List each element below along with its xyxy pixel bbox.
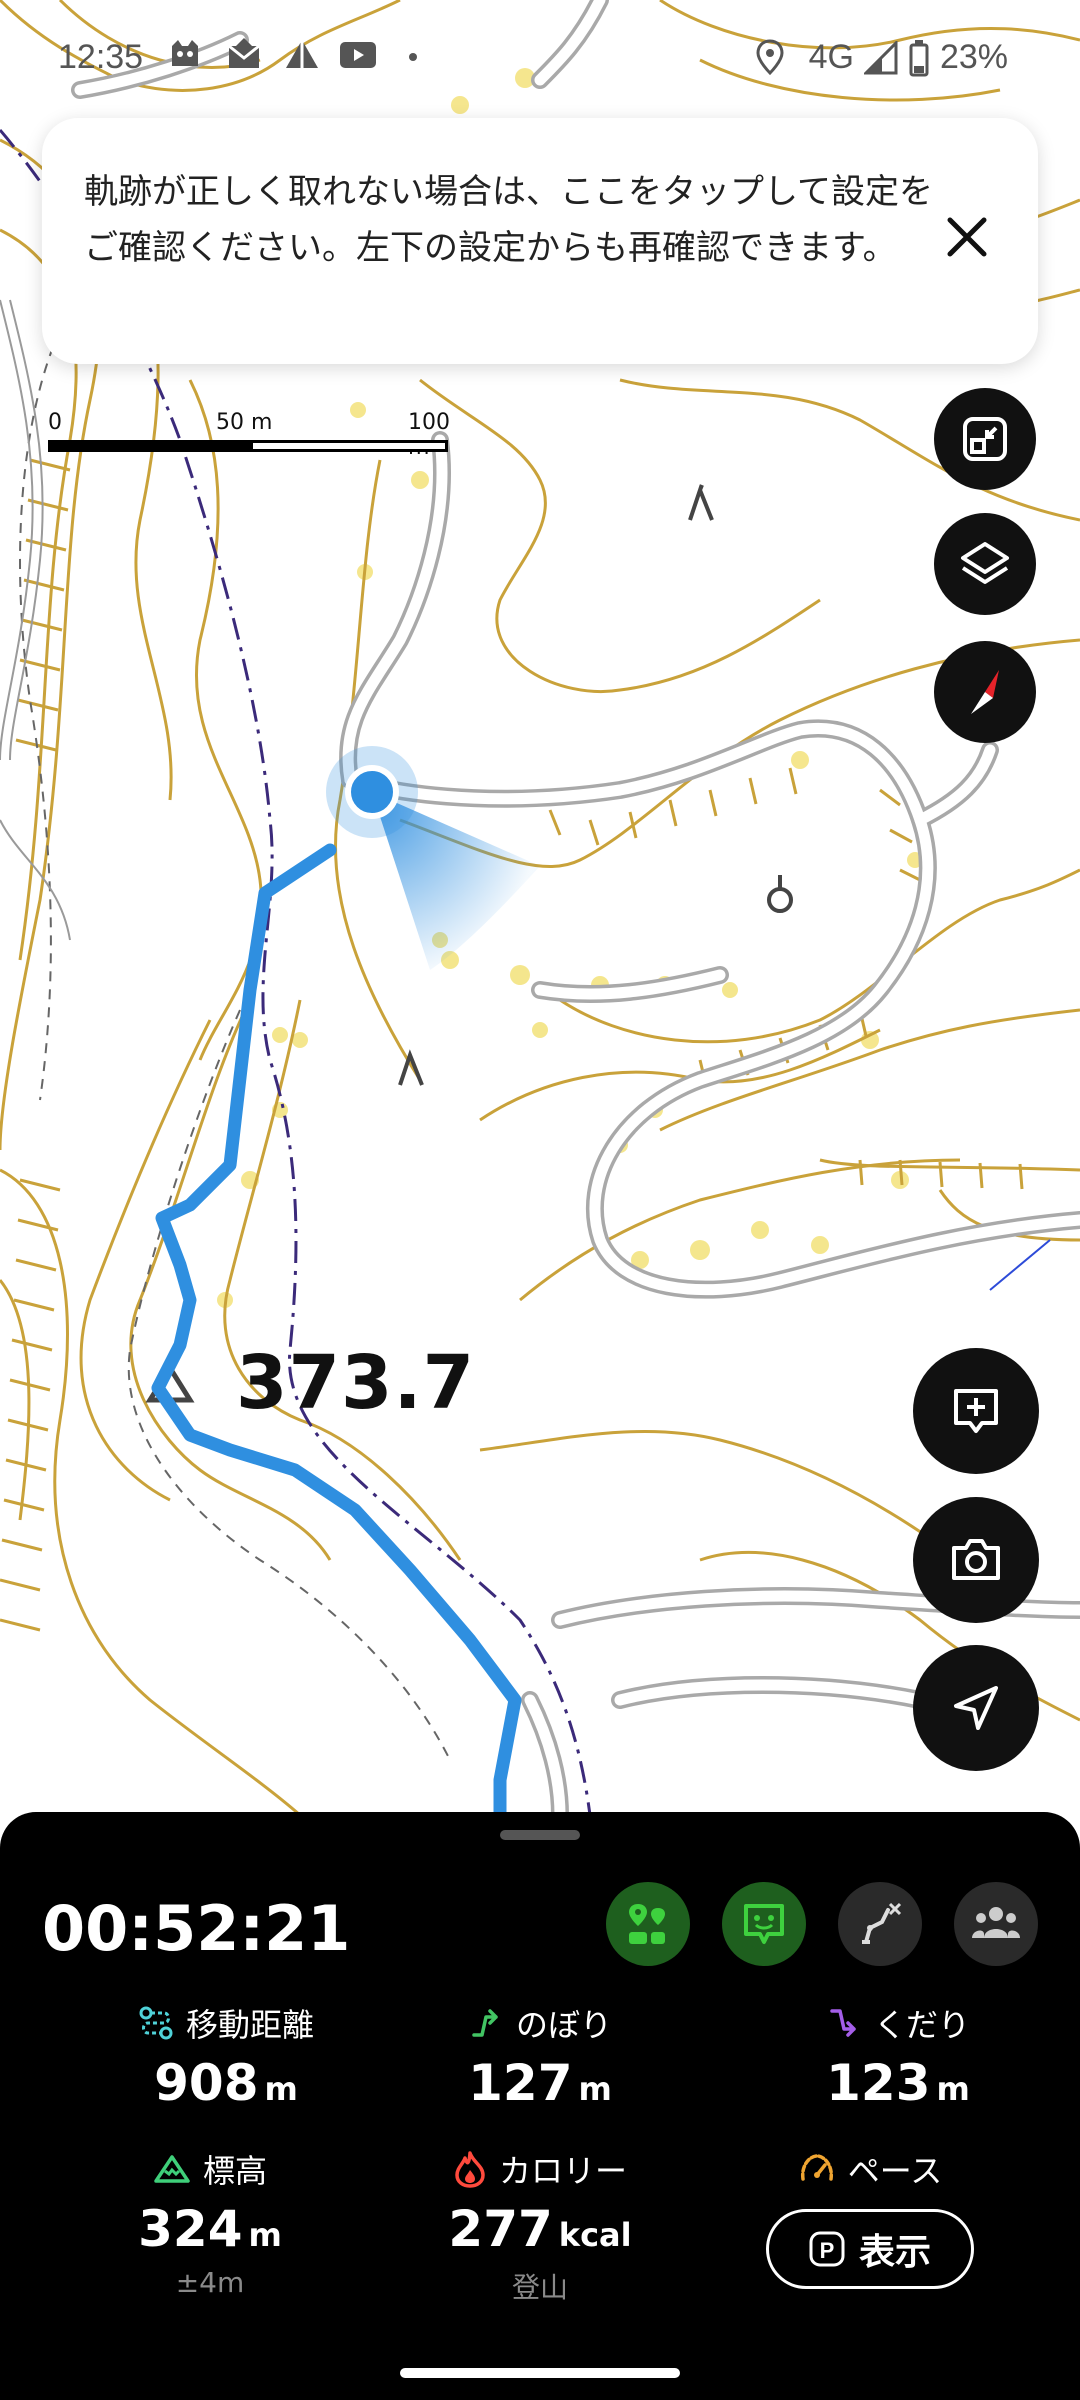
map-scale-bar: 0 50 m 100 m [48,410,458,460]
speedometer-icon [800,2154,833,2181]
stat-calories-unit: kcal [558,2216,632,2254]
camera-icon [952,1539,1000,1580]
stat-distance: 移動距離 908 m [46,2000,406,2112]
chat-icon [744,1904,784,1944]
stat-elevation-value: 324 [138,2200,243,2258]
stat-elevation-accuracy: ±4m [175,2266,245,2299]
group-button[interactable] [954,1882,1038,1966]
stat-ascent-value: 127 [468,2054,573,2112]
stat-ascent-label: のぼり [515,2006,612,2044]
stat-descent-label: くだり [873,2006,970,2044]
stat-calories-activity: 登山 [511,2271,568,2304]
stat-pace: ペース [690,2146,1050,2192]
route-edit-button[interactable] [838,1882,922,1966]
battery-level: 23% [939,38,1008,76]
flame-icon [455,2151,485,2188]
layers-icon [961,542,1009,584]
stat-distance-unit: m [264,2070,298,2108]
group-icon [972,1907,1020,1938]
route-marker-icon [629,1904,665,1944]
stat-calories-value: 277 [448,2200,553,2258]
activity-panel[interactable]: 00:52:21 移動距離 908m のぼり 127m くだり 123m [0,1812,1080,2400]
network-type: 4G [808,38,854,76]
app-icon [172,40,198,66]
mountain-icon [154,2155,190,2183]
show-pace-label: 表示 [858,2232,931,2273]
stat-ascent: のぼり 127 m [360,2000,720,2112]
stat-descent: くだり 123 m [718,2000,1078,2112]
stat-elevation-unit: m [248,2216,282,2254]
stat-descent-value: 123 [826,2054,931,2112]
stat-descent-unit: m [936,2070,970,2108]
summit-elevation-label: 373.7 [236,1340,476,1426]
stat-distance-label: 移動距離 [185,2006,314,2044]
parking-badge-icon: P [809,2231,845,2267]
stat-distance-value: 908 [154,2054,259,2112]
panel-drag-handle[interactable] [500,1830,580,1840]
location-icon [756,38,784,75]
tracking-settings-banner[interactable]: 軌跡が正しく取れない場合は、ここをタップして設定をご確認ください。左下の設定から… [42,118,1038,364]
elapsed-timer: 00:52:21 [42,1892,351,1965]
battery-icon [909,39,929,76]
scale-bar-light [250,440,448,452]
show-pace-button[interactable]: P 表示 [766,2209,974,2289]
scale-bar-dark [48,440,250,452]
scale-label-100: 100 m [408,410,450,460]
signal-icon [863,40,898,74]
stat-calories: カロリー 277 kcal 登山 [360,2146,720,2306]
add-note-icon [954,1389,998,1433]
parking-badge-text: P [820,2238,835,2263]
navigation-button[interactable] [913,1645,1039,1771]
stat-elevation: 標高 324 m ±4m [30,2146,390,2299]
status-time: 12:35 [58,38,144,76]
status-bar: 12:35 4G 23% [0,0,1080,115]
fit-screen-button[interactable] [934,388,1036,490]
video-icon [340,42,376,68]
status-right: 4G 23% [755,38,1008,77]
stat-ascent-unit: m [578,2070,612,2108]
add-note-button[interactable] [913,1348,1039,1474]
banner-message: 軌跡が正しく取れない場合は、ここをタップして設定をご確認ください。左下の設定から… [84,172,933,268]
layers-button[interactable] [934,513,1036,615]
scale-label-50: 50 m [216,410,273,435]
close-icon[interactable] [944,214,990,260]
distance-icon [139,2006,173,2040]
stat-elevation-label: 標高 [202,2152,267,2190]
fit-screen-icon [963,417,1007,461]
compass-button[interactable] [934,641,1036,743]
chat-button[interactable] [722,1882,806,1966]
ascent-icon [472,2009,498,2037]
stat-pace-label: ペース [847,2152,943,2190]
camera-button[interactable] [913,1497,1039,1623]
dot-icon [409,53,417,61]
mail-icon [228,38,260,68]
compass-icon [971,670,999,714]
triangle-icon [286,40,318,68]
home-indicator[interactable] [400,2368,680,2378]
route-marker-button[interactable] [606,1882,690,1966]
scale-label-0: 0 [48,410,62,435]
route-edit-icon [862,1902,902,1944]
descent-icon [830,2009,856,2037]
navigation-icon [954,1686,998,1730]
stat-calories-label: カロリー [498,2152,627,2190]
